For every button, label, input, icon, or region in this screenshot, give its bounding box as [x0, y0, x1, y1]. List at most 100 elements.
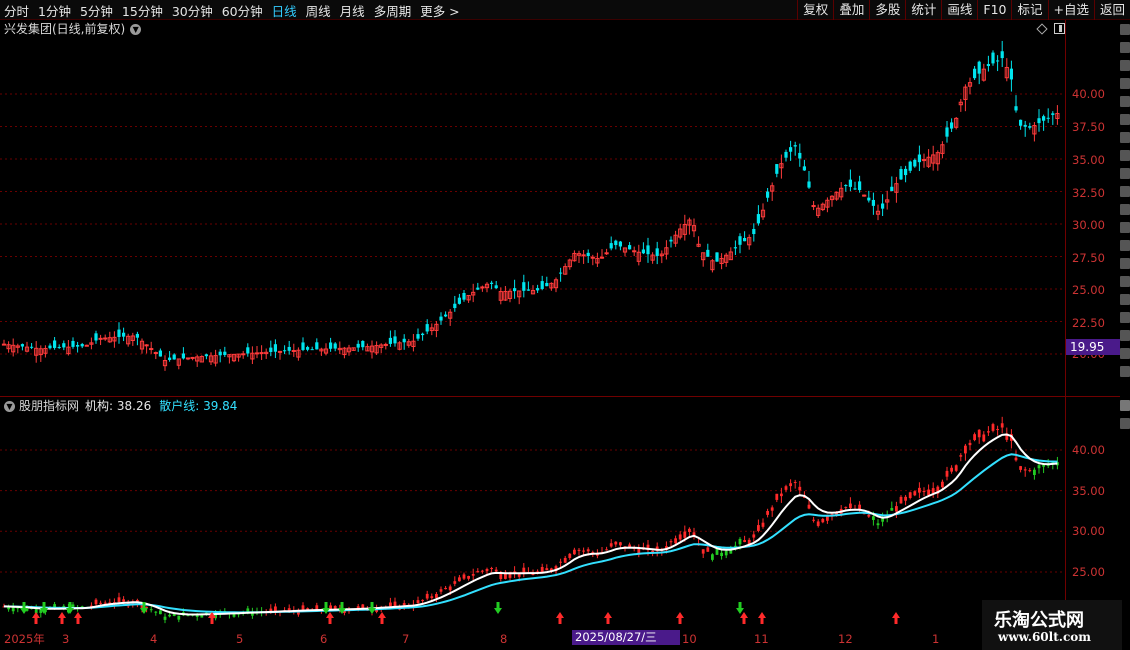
- candle-body: [881, 203, 885, 209]
- indicator-bar: [471, 574, 475, 576]
- chevron-down-icon[interactable]: ▼: [130, 23, 142, 35]
- candle-body: [743, 238, 747, 242]
- up-arrow-icon: [58, 612, 66, 624]
- candle-body: [590, 256, 595, 259]
- indicator-bar: [458, 577, 461, 582]
- indicator-bar: [954, 465, 958, 471]
- candle-body: [913, 159, 917, 167]
- indicator-bar: [908, 492, 912, 499]
- candle-body: [917, 154, 921, 163]
- indicator-bar: [826, 516, 829, 521]
- up-arrow-icon: [758, 612, 766, 624]
- candle-body: [246, 347, 250, 354]
- price-axis-label: 32.50: [1072, 186, 1105, 200]
- candle-body: [586, 252, 590, 257]
- indicator-bar: [872, 516, 875, 520]
- candle-body: [614, 240, 618, 246]
- candle-body: [862, 194, 867, 197]
- candle-body: [269, 347, 273, 352]
- candle-body: [581, 254, 586, 257]
- candle-body: [103, 337, 108, 340]
- price-axis-label: 25.00: [1072, 283, 1105, 297]
- candle-body: [259, 352, 264, 355]
- diamond-icon[interactable]: [1036, 22, 1048, 35]
- indicator-bar: [504, 573, 507, 579]
- candle-body: [973, 68, 977, 79]
- candle-body: [480, 286, 485, 289]
- candle-body: [752, 228, 756, 235]
- indicator-bar: [485, 568, 489, 572]
- indicator-axis-label: 30.00: [1072, 524, 1105, 538]
- indicator-bar: [931, 488, 935, 494]
- indicator-bar: [991, 424, 995, 431]
- candle-body: [273, 344, 277, 352]
- candle-body: [756, 214, 760, 224]
- candle-body: [241, 353, 246, 356]
- panel-toggle-icon[interactable]: [1054, 23, 1065, 34]
- candle-body: [144, 344, 149, 347]
- candle-body: [655, 248, 659, 256]
- current-price-tag: 19.95: [1066, 339, 1120, 355]
- indicator-bar: [724, 550, 728, 556]
- indicator-bar: [701, 549, 705, 554]
- indicator-bar: [462, 574, 466, 579]
- indicator-bar: [706, 547, 710, 552]
- candle-body: [738, 236, 742, 245]
- indicator-bar: [899, 496, 903, 504]
- candle-body: [168, 357, 172, 360]
- indicator-bar: [821, 518, 825, 523]
- price-axis-label: 27.50: [1072, 251, 1105, 265]
- date-label: 11: [754, 632, 769, 646]
- down-arrow-icon: [494, 602, 502, 614]
- candle-body: [425, 324, 429, 332]
- candle-body: [301, 342, 305, 350]
- candle-body: [494, 285, 498, 289]
- candle-body: [766, 191, 770, 198]
- price-axis-label: 22.50: [1072, 316, 1105, 330]
- indicator-bar: [738, 538, 742, 545]
- down-arrow-icon: [736, 602, 744, 614]
- candle-body: [599, 256, 605, 259]
- watermark-title: 乐淘公式网: [994, 610, 1084, 631]
- candle-body: [287, 346, 291, 351]
- candle-body: [388, 337, 392, 344]
- indicator-bar: [1019, 466, 1022, 470]
- main-gridlines: [0, 93, 1065, 355]
- indicator-bar: [780, 493, 783, 497]
- candle-body: [526, 289, 530, 291]
- indicator-bar: [361, 604, 365, 609]
- candle-body: [76, 345, 80, 347]
- indicator-bar: [678, 534, 682, 540]
- candle-body: [784, 151, 788, 158]
- indicator-bar: [389, 602, 392, 607]
- indicator-bar: [103, 602, 107, 604]
- candle-body: [277, 350, 283, 353]
- candle-body: [1009, 68, 1013, 80]
- price-axis-label: 30.00: [1072, 218, 1105, 232]
- indicator-title: ▼ 股朋指标网 机构: 38.26 散户线: 39.84: [4, 398, 237, 414]
- candle-body: [1023, 124, 1027, 127]
- indicator-bar: [490, 568, 493, 570]
- candle-body: [310, 349, 314, 351]
- candle-body: [669, 239, 673, 242]
- indicator-bar: [752, 534, 756, 538]
- candle-body: [604, 252, 609, 255]
- candle-body: [1051, 113, 1055, 115]
- indicator-bar: [453, 581, 457, 584]
- indicator-bar: [619, 542, 622, 546]
- chevron-down-icon[interactable]: ▼: [4, 400, 15, 412]
- candle-body: [393, 336, 397, 344]
- indicator-bar: [977, 429, 981, 438]
- candle-body: [291, 350, 296, 353]
- candle-body: [462, 292, 466, 300]
- candle-body: [62, 343, 66, 348]
- indicator-bar: [168, 614, 171, 617]
- candle-body: [522, 282, 526, 291]
- indicator-bar: [1028, 470, 1032, 472]
- indicator-bar: [918, 487, 921, 493]
- watermark: 乐淘公式网 www.60lt.com: [982, 600, 1122, 650]
- candle-body: [618, 241, 622, 247]
- candle-body: [1019, 119, 1023, 126]
- candle-body: [218, 351, 222, 356]
- indicator-bar: [766, 511, 769, 515]
